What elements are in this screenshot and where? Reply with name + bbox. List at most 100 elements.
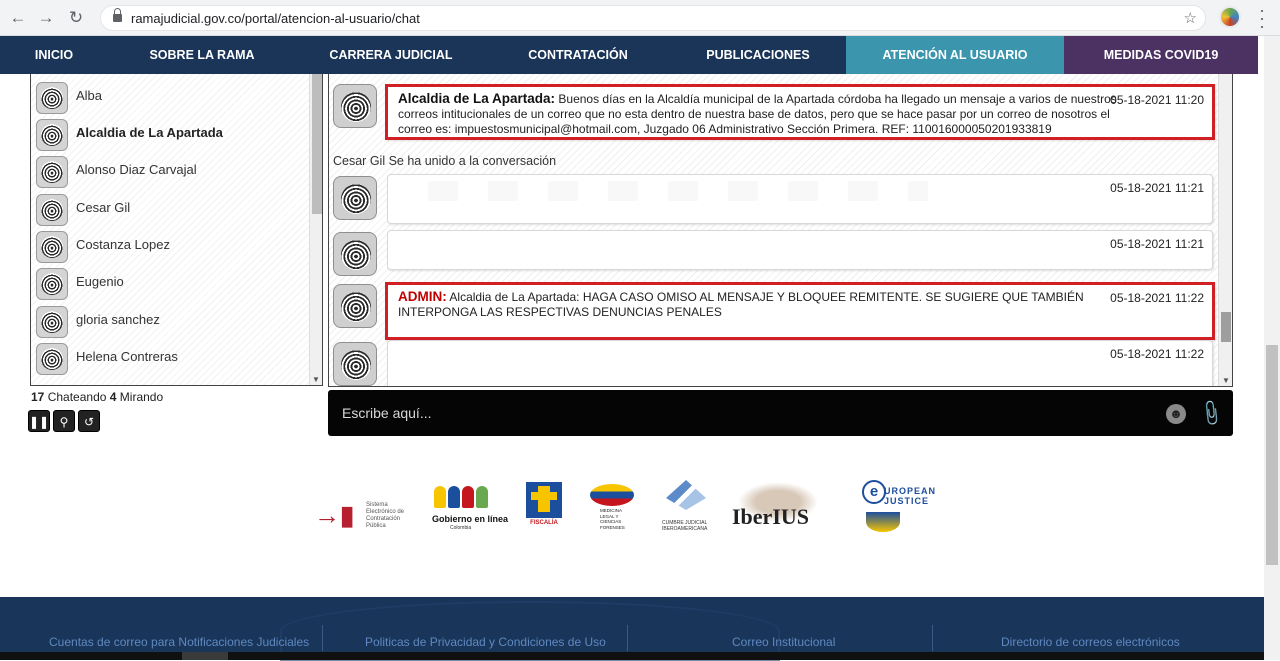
fingerprint-icon — [333, 342, 377, 386]
nav-inicio[interactable]: INICIO — [0, 36, 108, 74]
user-name: Alonso Diaz Carvajal — [76, 162, 197, 177]
fingerprint-icon — [333, 176, 377, 220]
user-name: Costanza Lopez — [76, 237, 170, 252]
nav-medidas-covid19[interactable]: MEDIDAS COVID19 — [1064, 36, 1258, 74]
footer-divider — [932, 625, 933, 651]
chat-stats: 17 Chateando 4 Mirando — [31, 390, 163, 404]
secop-arrow-icon: →▮ — [314, 500, 355, 530]
iberius-logo[interactable]: IberIUS — [728, 478, 824, 538]
back-icon[interactable]: ← — [8, 8, 28, 28]
user-list-scrollbar[interactable]: ▼ — [309, 74, 322, 385]
nav-sobre-la-rama[interactable]: SOBRE LA RAMA — [108, 36, 296, 74]
message-text: Alcaldia de La Apartada: HAGA CASO OMISO… — [398, 290, 1084, 319]
footer-link-privacidad[interactable]: Politicas de Privacidad y Condiciones de… — [365, 635, 606, 649]
bookmark-star-icon[interactable]: ☆ — [1184, 9, 1197, 27]
browser-toolbar: ← → ↻ ramajudicial.gov.co/portal/atencio… — [0, 0, 1280, 36]
user-list-item[interactable]: Costanza Lopez — [36, 231, 306, 267]
gel-subtitle: Colombia — [450, 525, 472, 531]
cumbre-mark-icon — [666, 480, 706, 510]
user-list-item[interactable]: Alonso Diaz Carvajal — [36, 156, 306, 192]
footer-link-correo[interactable]: Correo Institucional — [732, 635, 835, 649]
scroll-down-icon[interactable]: ▼ — [312, 375, 320, 384]
footer-divider — [322, 625, 323, 651]
secop-logo[interactable]: →▮ Sistema Electrónico de Contratación P… — [314, 478, 414, 538]
chat-scrollbar-thumb[interactable] — [1221, 312, 1231, 342]
forward-icon[interactable]: → — [36, 8, 56, 28]
system-message: Cesar Gil Se ha unido a la conversación — [333, 154, 557, 168]
chat-message: 05-18-2021 11:21 — [387, 174, 1213, 224]
message-time: 05-18-2021 11:22 — [1110, 291, 1204, 305]
address-bar[interactable]: ramajudicial.gov.co/portal/atencion-al-u… — [100, 5, 1206, 31]
people-icon — [434, 486, 488, 508]
user-name: Alcaldia de La Apartada — [76, 125, 223, 140]
fiscalia-logo[interactable]: FISCALÍA — [526, 478, 562, 538]
user-list-item[interactable]: Alcaldia de La Apartada — [36, 119, 306, 155]
watching-label: Mirando — [119, 390, 164, 404]
medicina-legal-text: MEDICINA LEGAL Y CIENCIAS FORENSES — [600, 508, 625, 530]
browser-menu-icon[interactable]: · · · — [1255, 1, 1269, 35]
tools-icon[interactable]: ⚲ — [53, 410, 75, 432]
footer-divider — [627, 625, 628, 651]
fingerprint-icon — [36, 156, 68, 188]
profile-avatar-icon[interactable] — [1219, 6, 1241, 28]
secop-text: Sistema Electrónico de Contratación Públ… — [366, 502, 405, 529]
footer-link-notificaciones[interactable]: Cuentas de correo para Notificaciones Ju… — [49, 635, 309, 649]
message-time: 05-18-2021 11:20 — [1110, 93, 1204, 107]
nav-publicaciones[interactable]: PUBLICACIONES — [670, 36, 846, 74]
user-list-item[interactable]: Eugenio — [36, 268, 306, 304]
chatting-count: 17 — [31, 390, 45, 404]
user-list-item[interactable]: Alba — [36, 82, 306, 118]
scroll-down-icon[interactable]: ▼ — [1222, 376, 1230, 385]
user-list-item[interactable]: gloria sanchez — [36, 306, 306, 342]
user-list-panel: Alba Alcaldia de La Apartada Alonso Diaz… — [30, 74, 323, 386]
user-list-scrollbar-thumb[interactable] — [312, 74, 322, 214]
partner-logos: →▮ Sistema Electrónico de Contratación P… — [0, 478, 1258, 548]
gel-title: Gobierno en línea — [432, 514, 509, 524]
user-name: Helena Contreras — [76, 349, 178, 364]
main-navigation: INICIO SOBRE LA RAMA CARRERA JUDICIAL CO… — [0, 36, 1258, 74]
message-sender: ADMIN: — [398, 289, 447, 304]
exit-icon[interactable]: ↺ — [78, 410, 100, 432]
user-name: Eugenio — [76, 274, 124, 289]
message-sender: Alcaldia de La Apartada: — [398, 91, 556, 106]
user-list-item[interactable]: Cesar Gil — [36, 194, 306, 230]
taskbar-button[interactable] — [182, 652, 228, 660]
scale-icon — [866, 512, 900, 532]
nav-atencion-al-usuario[interactable]: ATENCIÓN AL USUARIO — [846, 36, 1064, 74]
european-justice-text: UROPEAN JUSTICE — [884, 486, 937, 506]
iberius-wordmark: IberIUS — [732, 504, 810, 529]
european-justice-logo[interactable]: e UROPEAN JUSTICE — [862, 478, 952, 538]
attachment-icon[interactable]: 📎 — [1196, 398, 1227, 429]
nav-contratacion[interactable]: CONTRATACIÓN — [486, 36, 670, 74]
user-name: Cesar Gil — [76, 200, 131, 215]
fingerprint-icon — [333, 84, 377, 128]
user-list-item[interactable]: Helena Contreras — [36, 343, 306, 379]
watching-count: 4 — [109, 390, 117, 404]
nav-carrera-judicial[interactable]: CARRERA JUDICIAL — [296, 36, 486, 74]
reload-icon[interactable]: ↻ — [66, 8, 86, 28]
gobierno-en-linea-logo[interactable]: Gobierno en línea Colombia — [432, 478, 508, 538]
message-time: 05-18-2021 11:22 — [1110, 347, 1204, 361]
message-body: Alcaldia de La Apartada: Buenos días en … — [398, 91, 1118, 137]
fingerprint-icon — [36, 268, 68, 300]
cumbre-text: CUMBRE JUDICIAL IBEROAMERICANA — [662, 520, 708, 532]
chat-message-highlighted: Alcaldia de La Apartada: Buenos días en … — [385, 84, 1215, 140]
chat-input-bar: ☻ 📎 — [328, 390, 1233, 436]
medicina-legal-logo[interactable]: MEDICINA LEGAL Y CIENCIAS FORENSES — [590, 478, 634, 538]
redacted-text — [428, 181, 928, 201]
page-scrollbar-thumb[interactable] — [1266, 345, 1278, 565]
emoji-icon[interactable]: ☻ — [1166, 404, 1186, 424]
chat-message-input[interactable] — [342, 402, 1122, 424]
pause-icon[interactable]: ❚❚ — [28, 410, 50, 432]
fingerprint-icon — [36, 82, 68, 114]
url-text[interactable]: ramajudicial.gov.co/portal/atencion-al-u… — [131, 11, 420, 26]
fingerprint-icon — [333, 232, 377, 276]
cumbre-judicial-logo[interactable]: CUMBRE JUDICIAL IBEROAMERICANA — [662, 478, 712, 538]
footer-link-directorio[interactable]: Directorio de correos electrónicos — [1001, 635, 1180, 649]
chat-messages-panel: Alcaldia de La Apartada: Buenos días en … — [328, 74, 1233, 387]
chat-message: 05-18-2021 11:22 — [387, 340, 1213, 386]
message-time: 05-18-2021 11:21 — [1110, 181, 1204, 195]
chat-message-highlighted: ADMIN: Alcaldia de La Apartada: HAGA CAS… — [385, 282, 1215, 340]
fingerprint-icon — [333, 284, 377, 328]
chat-scrollbar[interactable]: ▼ — [1218, 74, 1232, 386]
